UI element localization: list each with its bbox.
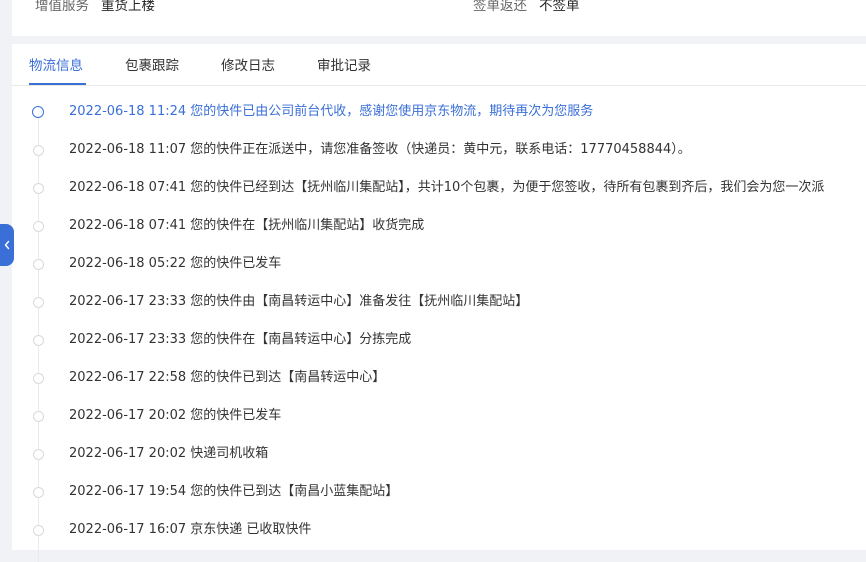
timeline-dot <box>33 221 44 232</box>
chevron-left-icon <box>4 240 10 250</box>
timeline-item: 2022-06-17 19:54 您的快件已到达【南昌小蓝集配站】 <box>12 482 866 506</box>
timeline-text: 2022-06-18 07:41 您的快件在【抚州临川集配站】收货完成 <box>69 218 425 233</box>
timeline-dot <box>33 297 44 308</box>
value-added-field: 增值服务 重货上楼 <box>35 0 155 16</box>
logistics-timeline: 2022-06-18 11:24 您的快件已由公司前台代收，感谢您使用京东物流，… <box>12 44 866 562</box>
sign-return-field: 签单返还 不签单 <box>473 0 580 16</box>
value-added-label: 增值服务 <box>35 0 89 14</box>
timeline-dot <box>33 145 44 156</box>
timeline-text: 2022-06-17 16:07 京东快递 已收取快件 <box>69 522 312 537</box>
timeline-item: 2022-06-17 16:07 京东快递 已收取快件 <box>12 520 866 544</box>
sign-return-value: 不签单 <box>539 0 580 14</box>
timeline-item: 2022-06-18 07:41 您的快件已经到达【抚州临川集配站】，共计10个… <box>12 178 866 202</box>
timeline-dot <box>33 259 44 270</box>
timeline-dot <box>33 411 44 422</box>
timeline-item: 2022-06-18 07:41 您的快件在【抚州临川集配站】收货完成 <box>12 216 866 240</box>
timeline-dot <box>33 335 44 346</box>
sidebar-collapse-button[interactable] <box>0 224 14 266</box>
timeline-text: 2022-06-18 11:07 您的快件正在派送中，请您准备签收（快递员：黄中… <box>69 142 691 157</box>
timeline-text: 2022-06-18 05:22 您的快件已发车 <box>69 256 282 271</box>
timeline-item: 2022-06-18 05:22 您的快件已发车 <box>12 254 866 278</box>
timeline-text: 2022-06-18 07:41 您的快件已经到达【抚州临川集配站】，共计10个… <box>69 180 825 195</box>
timeline-dot <box>33 183 44 194</box>
timeline-dot <box>33 525 44 536</box>
timeline-item: 2022-06-17 20:02 您的快件已发车 <box>12 406 866 430</box>
timeline-text: 2022-06-17 20:02 快递司机收箱 <box>69 446 269 461</box>
timeline-dot <box>33 449 44 460</box>
timeline-dot <box>32 106 44 118</box>
timeline-text: 2022-06-17 19:54 您的快件已到达【南昌小蓝集配站】 <box>69 484 399 499</box>
timeline-item: 2022-06-18 11:24 您的快件已由公司前台代收，感谢您使用京东物流，… <box>12 102 866 126</box>
timeline-item: 2022-06-17 23:33 您的快件由【南昌转运中心】准备发往【抚州临川集… <box>12 292 866 316</box>
timeline-text: 2022-06-17 22:58 您的快件已到达【南昌转运中心】 <box>69 370 386 385</box>
info-row: 增值服务 重货上楼 签单返还 不签单 <box>12 0 866 36</box>
value-added-value: 重货上楼 <box>101 0 155 14</box>
timeline-text: 2022-06-18 11:24 您的快件已由公司前台代收，感谢您使用京东物流，… <box>69 104 594 119</box>
timeline-text: 2022-06-17 23:33 您的快件在【南昌转运中心】分拣完成 <box>69 332 412 347</box>
timeline-item: 2022-06-17 23:33 您的快件在【南昌转运中心】分拣完成 <box>12 330 866 354</box>
timeline-text: 2022-06-17 23:33 您的快件由【南昌转运中心】准备发往【抚州临川集… <box>69 294 529 309</box>
timeline-item: 2022-06-17 20:02 快递司机收箱 <box>12 444 866 468</box>
timeline-dot <box>33 487 44 498</box>
sign-return-label: 签单返还 <box>473 0 527 14</box>
logistics-card: 物流信息 包裹跟踪 修改日志 审批记录 2022-06-18 11:24 您的快… <box>12 44 866 562</box>
timeline-item: 2022-06-18 11:07 您的快件正在派送中，请您准备签收（快递员：黄中… <box>12 140 866 164</box>
timeline-item: 2022-06-17 22:58 您的快件已到达【南昌转运中心】 <box>12 368 866 392</box>
timeline-dot <box>33 373 44 384</box>
timeline-text: 2022-06-17 20:02 您的快件已发车 <box>69 408 282 423</box>
